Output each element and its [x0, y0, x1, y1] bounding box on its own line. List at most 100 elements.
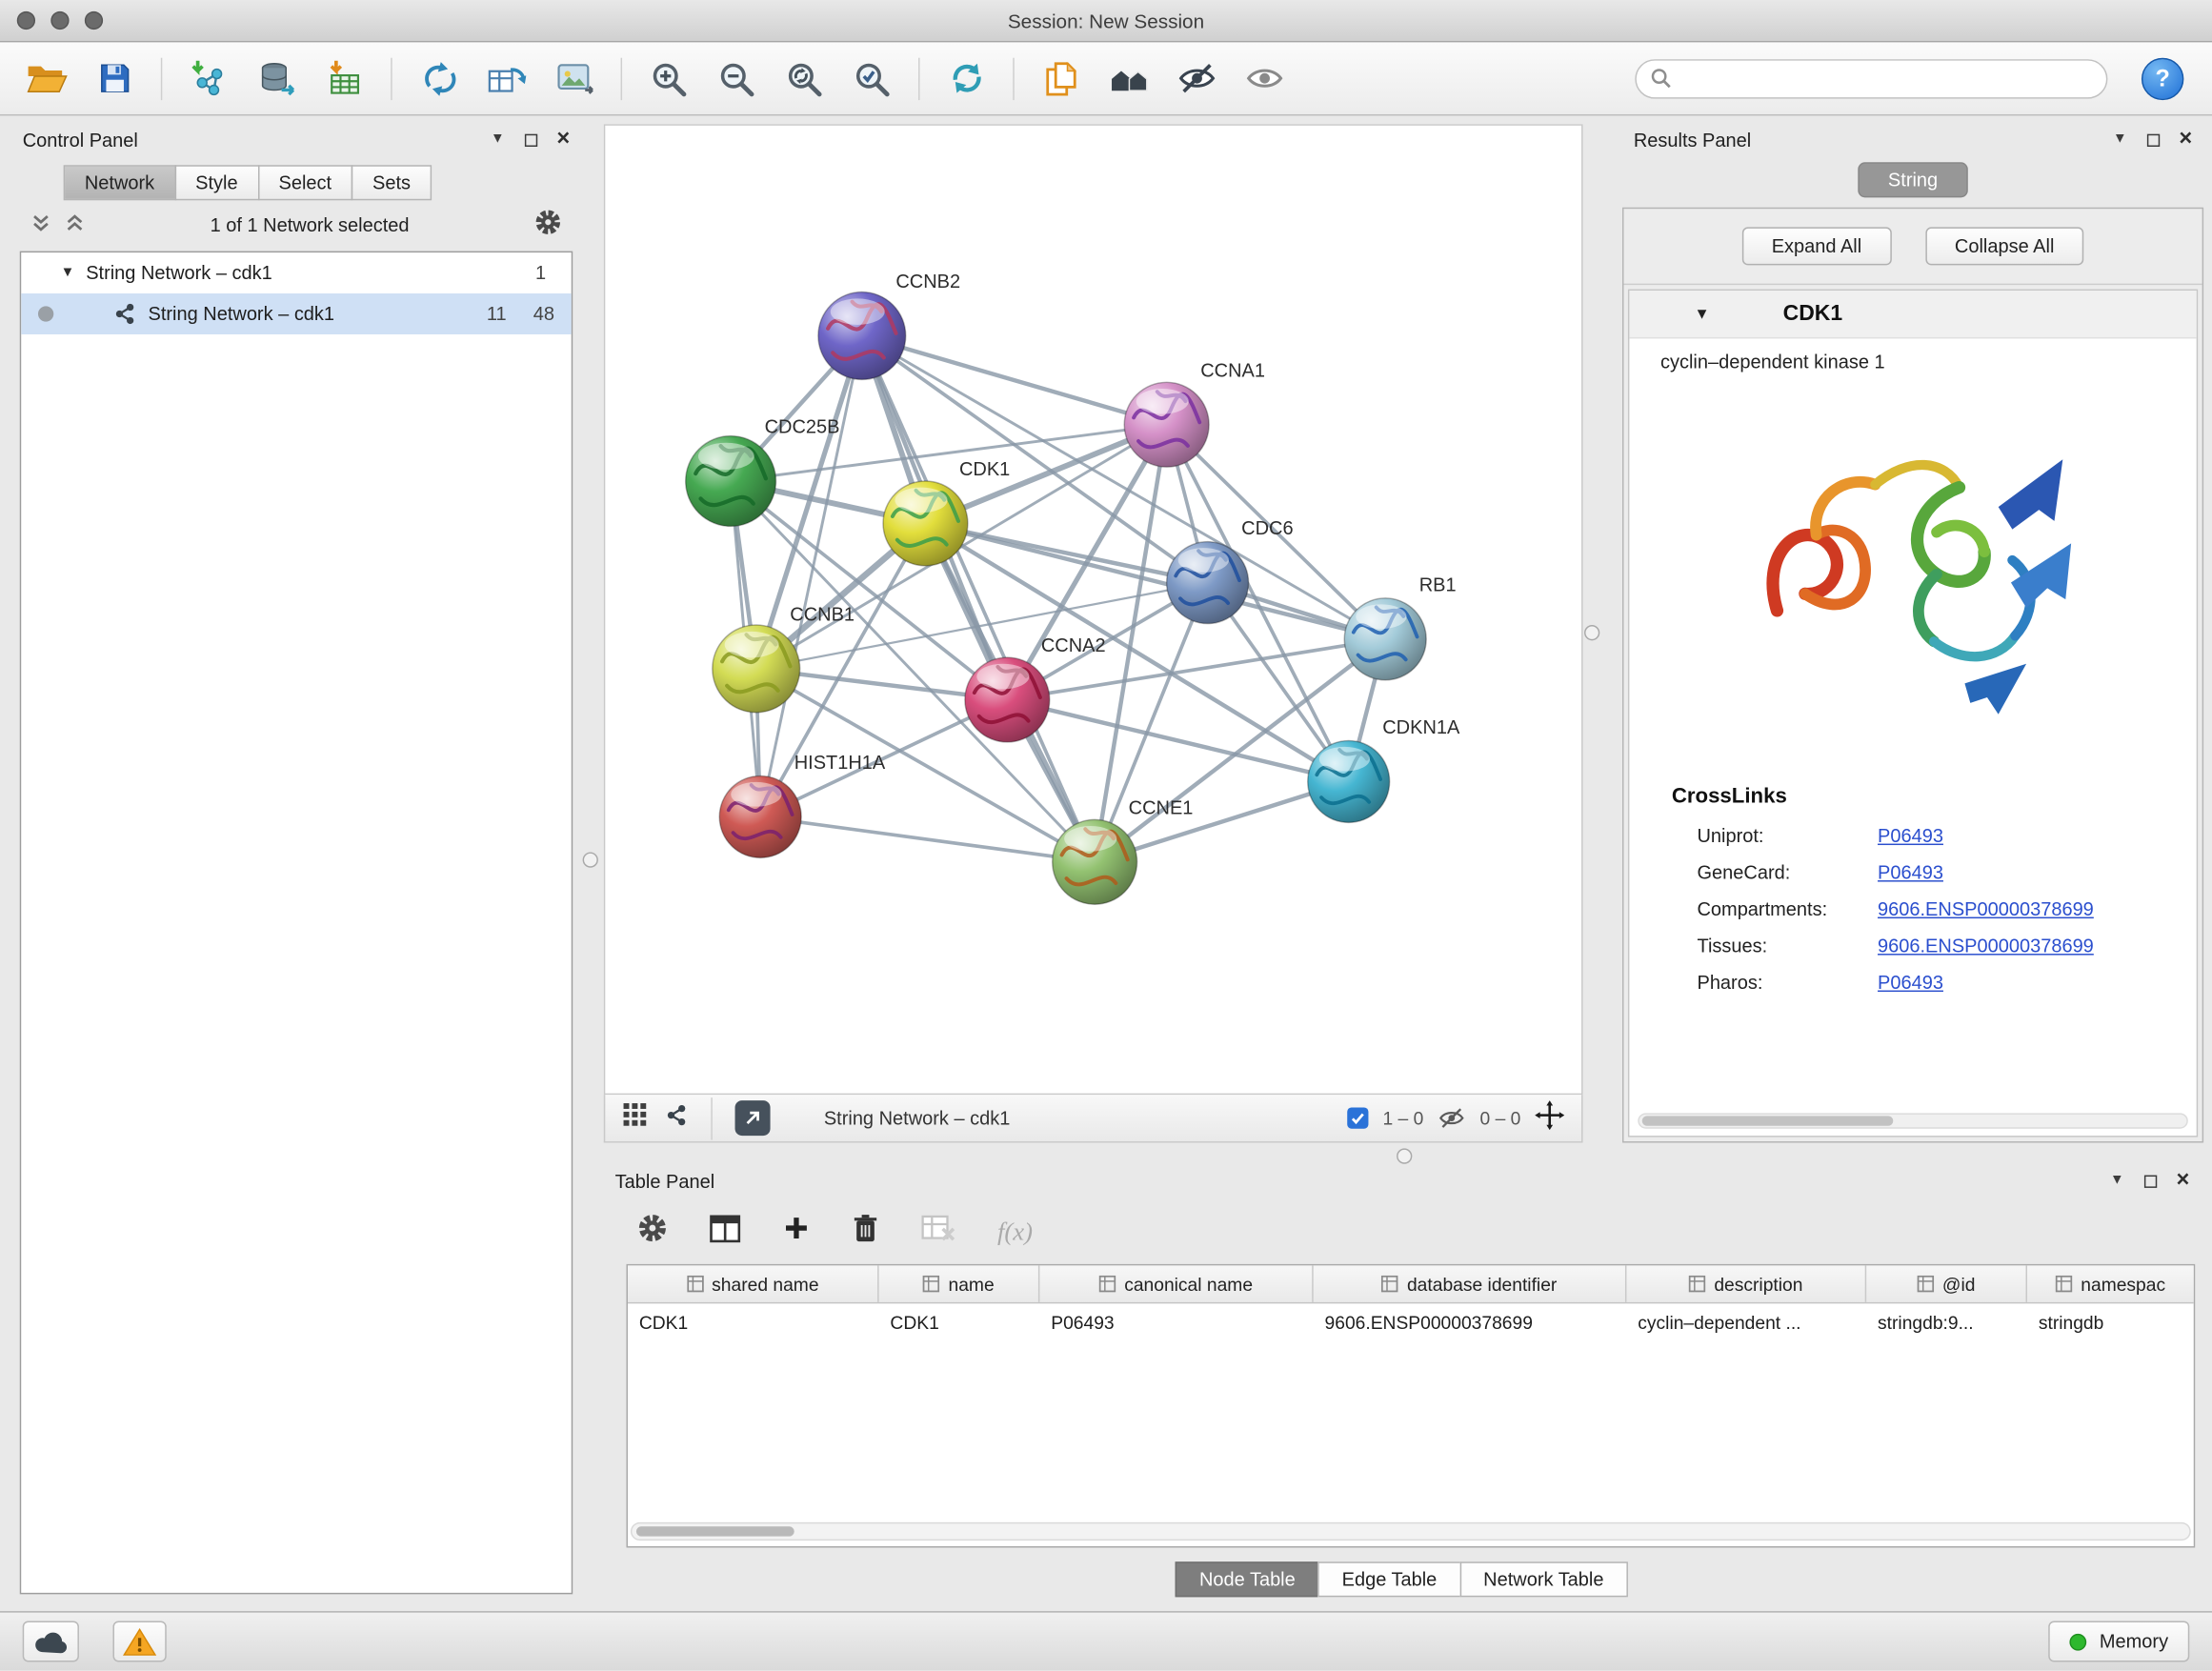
network-node-CCNE1[interactable]	[1053, 819, 1137, 904]
splitter-handle[interactable]	[583, 852, 598, 867]
warnings-button[interactable]	[112, 1621, 166, 1662]
scrollbar-thumb[interactable]	[1642, 1116, 1894, 1125]
column-header[interactable]: database identifier	[1314, 1265, 1627, 1302]
refresh-button[interactable]	[939, 51, 993, 105]
table-cell[interactable]: cyclin–dependent ...	[1626, 1312, 1866, 1333]
network-from-table-button[interactable]	[479, 51, 533, 105]
network-collection-row[interactable]: ▼ String Network – cdk1 1	[21, 252, 572, 293]
grid-view-icon[interactable]	[622, 1102, 648, 1135]
delete-table-icon-disabled[interactable]	[921, 1214, 955, 1249]
expand-all-button[interactable]: Expand All	[1742, 227, 1892, 265]
network-row-selected[interactable]: String Network – cdk1 11 48	[21, 293, 572, 334]
tab-select[interactable]: Select	[257, 165, 352, 200]
network-icon[interactable]	[664, 1102, 688, 1134]
close-window-button[interactable]	[17, 11, 35, 30]
column-header[interactable]: @id	[1866, 1265, 2027, 1302]
float-panel-icon[interactable]	[2143, 1170, 2156, 1191]
import-table-button[interactable]	[317, 51, 371, 105]
show-button[interactable]	[1237, 51, 1291, 105]
panel-menu-icon[interactable]: ▼	[2113, 132, 2127, 147]
table-settings-gear-icon[interactable]	[637, 1214, 667, 1251]
network-edge[interactable]	[862, 335, 1167, 424]
column-header[interactable]: canonical name	[1039, 1265, 1313, 1302]
collapse-all-icon[interactable]	[31, 212, 51, 236]
network-options-gear-icon[interactable]	[534, 209, 561, 240]
search-input[interactable]	[1681, 68, 2092, 89]
duplicate-document-button[interactable]	[1034, 51, 1087, 105]
network-canvas[interactable]: CCNB2CCNA1CDC25BCDK1CDC6RB1CCNB1CCNA2CDK…	[604, 124, 1583, 1095]
pharos-link[interactable]: P06493	[1878, 972, 1943, 993]
table-cell[interactable]: stringdb:9...	[1866, 1312, 2027, 1333]
caret-down-icon[interactable]: ▼	[1695, 306, 1710, 323]
table-horizontal-scrollbar[interactable]	[631, 1522, 2191, 1540]
network-node-CDK1[interactable]	[883, 481, 968, 566]
memory-button[interactable]: Memory	[2049, 1621, 2190, 1662]
network-edge[interactable]	[760, 335, 862, 816]
close-panel-icon[interactable]: ×	[2179, 129, 2192, 151]
uniprot-link[interactable]: P06493	[1878, 825, 1943, 846]
network-node-RB1[interactable]	[1344, 598, 1426, 680]
network-node-CCNB1[interactable]	[713, 625, 800, 713]
add-column-icon[interactable]	[783, 1215, 810, 1249]
zoom-in-button[interactable]	[642, 51, 695, 105]
genecard-link[interactable]: P06493	[1878, 861, 1943, 882]
column-header[interactable]: name	[879, 1265, 1040, 1302]
clone-network-button[interactable]	[412, 51, 465, 105]
tab-edge-table[interactable]: Edge Table	[1317, 1561, 1460, 1597]
table-cell[interactable]: stringdb	[2027, 1312, 2194, 1333]
home-view-button[interactable]	[1102, 51, 1156, 105]
cloud-button[interactable]	[23, 1621, 79, 1662]
import-network-file-button[interactable]	[182, 51, 235, 105]
tab-network[interactable]: Network	[64, 165, 176, 200]
open-session-button[interactable]	[20, 51, 73, 105]
network-node-CDC25B[interactable]	[686, 436, 776, 527]
protein-section-header[interactable]: ▼ CDK1	[1629, 291, 2196, 338]
network-edge[interactable]	[925, 523, 1385, 638]
string-results-tab[interactable]: String	[1859, 162, 1967, 197]
network-node-CCNA2[interactable]	[965, 657, 1050, 742]
table-cell[interactable]: CDK1	[628, 1312, 879, 1333]
network-node-CDC6[interactable]	[1167, 542, 1249, 624]
network-node-CDKN1A[interactable]	[1308, 740, 1390, 822]
pan-move-icon[interactable]	[1535, 1099, 1564, 1137]
float-panel-icon[interactable]	[524, 129, 536, 150]
selected-checkbox-icon[interactable]	[1347, 1107, 1368, 1128]
network-node-HIST1H1A[interactable]	[719, 775, 801, 857]
tab-style[interactable]: Style	[174, 165, 259, 200]
zoom-selected-button[interactable]	[845, 51, 898, 105]
minimize-window-button[interactable]	[50, 11, 69, 30]
column-header[interactable]: namespac	[2027, 1265, 2194, 1302]
export-image-button[interactable]	[548, 51, 601, 105]
zoom-fit-button[interactable]	[777, 51, 831, 105]
network-node-CCNB2[interactable]	[818, 292, 906, 380]
detach-view-button[interactable]	[735, 1100, 771, 1136]
hide-unhide-button[interactable]	[1170, 51, 1223, 105]
caret-down-icon[interactable]: ▼	[61, 265, 75, 280]
compartments-link[interactable]: 9606.ENSP00000378699	[1878, 898, 2094, 919]
network-node-CCNA1[interactable]	[1124, 382, 1209, 467]
tab-node-table[interactable]: Node Table	[1176, 1561, 1319, 1597]
delete-column-icon[interactable]	[852, 1214, 878, 1251]
scrollbar-thumb[interactable]	[636, 1526, 794, 1536]
panel-menu-icon[interactable]: ▼	[491, 132, 505, 147]
tab-sets[interactable]: Sets	[352, 165, 432, 200]
splitter-handle[interactable]	[1584, 625, 1599, 640]
table-cell[interactable]: P06493	[1039, 1312, 1313, 1333]
table-cell[interactable]: CDK1	[879, 1312, 1040, 1333]
help-button[interactable]: ?	[2142, 57, 2183, 99]
splitter-handle[interactable]	[1397, 1148, 1412, 1163]
panel-menu-icon[interactable]: ▼	[2110, 1174, 2124, 1188]
function-builder-button[interactable]: f(x)	[997, 1217, 1033, 1246]
tab-network-table[interactable]: Network Table	[1459, 1561, 1628, 1597]
tissues-link[interactable]: 9606.ENSP00000378699	[1878, 935, 2094, 956]
column-header[interactable]: shared name	[628, 1265, 879, 1302]
save-session-button[interactable]	[88, 51, 141, 105]
zoom-window-button[interactable]	[85, 11, 103, 30]
network-edge[interactable]	[862, 335, 1095, 861]
close-panel-icon[interactable]: ×	[556, 129, 570, 151]
zoom-out-button[interactable]	[710, 51, 763, 105]
expand-all-icon[interactable]	[65, 212, 85, 236]
import-network-database-button[interactable]	[250, 51, 303, 105]
column-header[interactable]: description	[1626, 1265, 1866, 1302]
close-panel-icon[interactable]: ×	[2176, 1170, 2189, 1193]
